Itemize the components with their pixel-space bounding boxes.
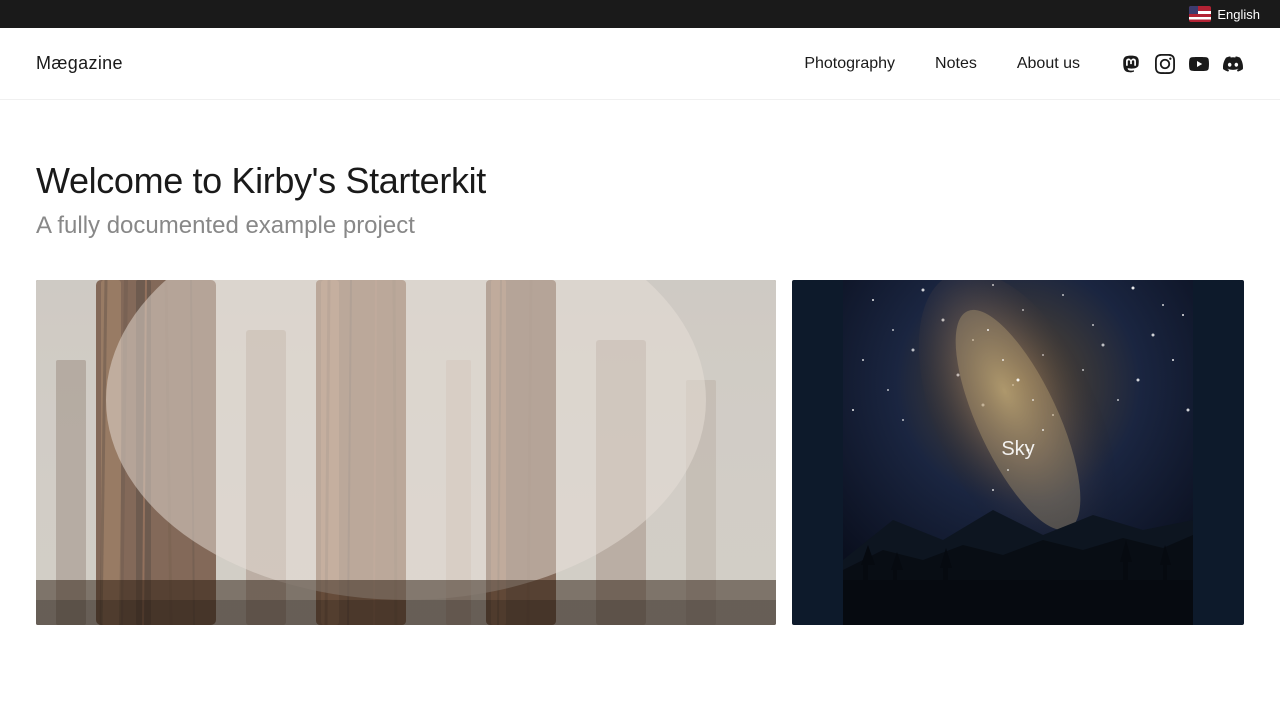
svg-text:Sky: Sky xyxy=(1001,438,1034,460)
sky-image: Sky xyxy=(792,280,1244,625)
instagram-link[interactable] xyxy=(1154,53,1176,75)
forest-svg xyxy=(36,280,776,625)
hero-subtitle: A fully documented example project xyxy=(36,212,1244,240)
site-logo[interactable]: Mægazine xyxy=(36,53,123,74)
mastodon-icon xyxy=(1121,54,1141,74)
sky-svg: Sky xyxy=(792,280,1244,625)
discord-link[interactable] xyxy=(1222,53,1244,75)
language-label: English xyxy=(1217,7,1260,22)
language-selector[interactable]: English xyxy=(1189,6,1260,22)
nav-right: Photography Notes About us xyxy=(784,47,1244,81)
discord-icon xyxy=(1222,54,1244,74)
mastodon-link[interactable] xyxy=(1120,53,1142,75)
gallery-item-sky[interactable]: Sky xyxy=(792,280,1244,625)
instagram-icon xyxy=(1155,54,1175,74)
main-nav: Photography Notes About us xyxy=(784,47,1100,81)
top-bar: English xyxy=(0,0,1280,28)
hero-title: Welcome to Kirby's Starterkit xyxy=(36,160,1244,202)
forest-image xyxy=(36,280,776,625)
gallery: Sky xyxy=(0,280,1280,625)
youtube-icon xyxy=(1188,54,1210,74)
nav-notes[interactable]: Notes xyxy=(915,47,997,81)
gallery-item-forest[interactable] xyxy=(36,280,776,625)
site-header: Mægazine Photography Notes About us xyxy=(0,28,1280,100)
youtube-link[interactable] xyxy=(1188,53,1210,75)
flag-icon xyxy=(1189,6,1211,22)
social-icons xyxy=(1120,53,1244,75)
nav-about-us[interactable]: About us xyxy=(997,47,1100,81)
nav-photography[interactable]: Photography xyxy=(784,47,915,81)
hero-section: Welcome to Kirby's Starterkit A fully do… xyxy=(0,100,1280,280)
